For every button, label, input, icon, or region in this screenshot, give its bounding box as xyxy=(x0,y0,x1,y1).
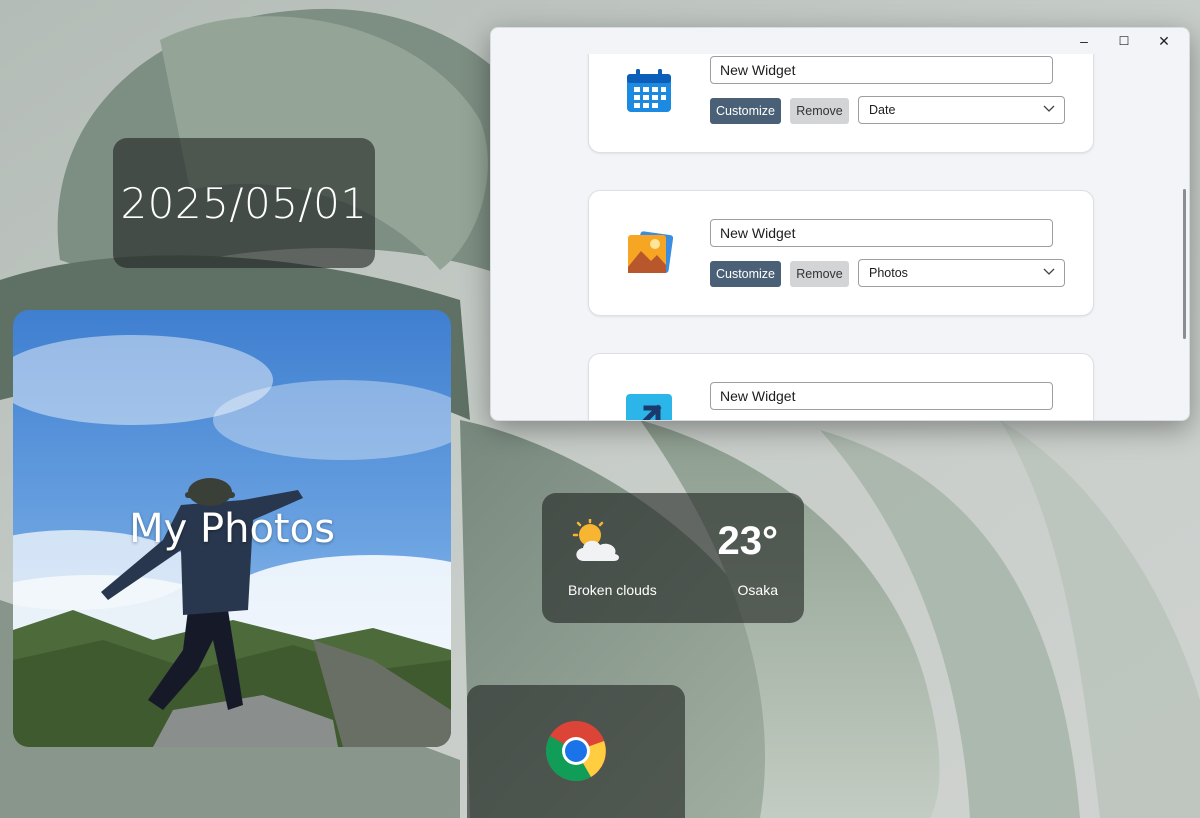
weather-widget[interactable]: 23° Broken clouds Osaka xyxy=(542,493,804,623)
photo-widget-title: My Photos xyxy=(129,506,335,552)
widget-type-value: Date xyxy=(869,103,896,117)
minimize-icon: – xyxy=(1080,33,1088,49)
widget-list[interactable]: Customize Remove Date Customize Remove P… xyxy=(491,54,1189,420)
temperature-value: 23° xyxy=(717,519,779,563)
photos-icon xyxy=(628,231,674,273)
close-button[interactable]: ✕ xyxy=(1144,28,1184,54)
widget-card: Customize Remove Date xyxy=(588,54,1094,153)
partly-cloudy-icon xyxy=(572,519,620,561)
customize-button[interactable]: Customize xyxy=(710,261,781,287)
widget-name-input[interactable] xyxy=(710,382,1053,410)
chrome-icon xyxy=(545,721,606,782)
widget-type-select[interactable]: Photos xyxy=(858,259,1065,287)
widget-type-value: Photos xyxy=(869,266,908,280)
date-widget[interactable]: 2025/05/01 xyxy=(113,138,375,268)
customize-button[interactable]: Customize xyxy=(710,98,781,124)
chevron-down-icon xyxy=(1043,105,1055,112)
weather-city: Osaka xyxy=(737,582,778,598)
title-bar[interactable]: – ☐ ✕ xyxy=(491,28,1189,54)
photo-widget[interactable]: My Photos xyxy=(13,310,451,747)
app-shortcut-widget[interactable] xyxy=(467,685,685,818)
calendar-icon xyxy=(627,69,671,112)
weather-condition: Broken clouds xyxy=(568,582,657,598)
chevron-down-icon xyxy=(1043,268,1055,275)
widget-card: Customize Remove Photos xyxy=(588,190,1094,316)
remove-button[interactable]: Remove xyxy=(790,261,849,287)
remove-button[interactable]: Remove xyxy=(790,98,849,124)
close-icon: ✕ xyxy=(1158,32,1170,49)
maximize-button[interactable]: ☐ xyxy=(1104,28,1144,54)
widget-card xyxy=(588,353,1094,420)
widget-type-select[interactable]: Date xyxy=(858,96,1065,124)
widget-name-input[interactable] xyxy=(710,56,1053,84)
minimize-button[interactable]: – xyxy=(1064,28,1104,54)
widget-settings-window[interactable]: – ☐ ✕ New Widget Customize Remove Date N… xyxy=(490,27,1190,421)
maximize-icon: ☐ xyxy=(1118,34,1130,48)
date-text: 2025/05/01 xyxy=(120,178,368,228)
widget-name-input[interactable] xyxy=(710,219,1053,247)
shortcut-icon xyxy=(626,394,672,420)
scrollbar[interactable] xyxy=(1183,189,1186,339)
